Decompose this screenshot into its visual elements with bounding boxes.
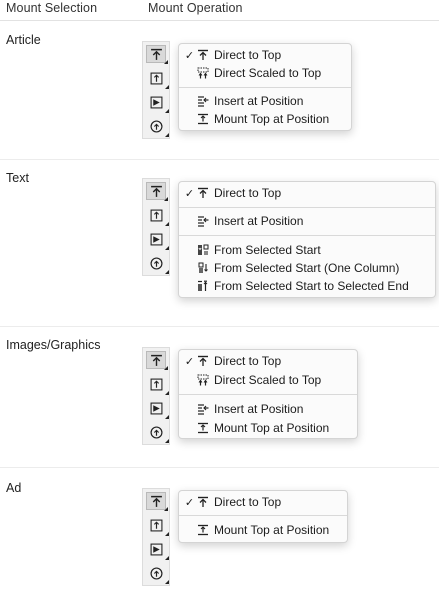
direct-scaled-to-top-icon xyxy=(197,67,209,79)
menu-item-direct-to-top[interactable]: ✓ Direct to Top xyxy=(179,184,435,202)
mount-circle-icon[interactable] xyxy=(146,564,169,584)
section-divider xyxy=(0,467,439,468)
menu-divider xyxy=(179,207,435,208)
menu-item-from-selected-start[interactable]: From Selected Start xyxy=(179,241,435,259)
ad-mount-menu: ✓ Direct to Top Mount Top at Position xyxy=(178,490,348,543)
menu-item-label: Direct to Top xyxy=(214,186,282,200)
menu-item-label: Direct Scaled to Top xyxy=(214,66,322,80)
images-mount-menu: ✓ Direct to Top Direct Scaled to Top Inse… xyxy=(178,349,358,439)
menu-item-label: From Selected Start xyxy=(214,243,321,257)
mount-circle-icon[interactable] xyxy=(146,423,169,443)
menu-item-insert-at-position[interactable]: Insert at Position xyxy=(179,212,435,230)
mount-selection-header: Mount Selection xyxy=(6,1,98,15)
menu-item-direct-to-top[interactable]: ✓ Direct to Top xyxy=(179,46,351,64)
direct-to-top-icon[interactable] xyxy=(146,492,168,511)
menu-item-direct-scaled-to-top[interactable]: Direct Scaled to Top xyxy=(179,64,351,82)
menu-item-label: From Selected Start (One Column) xyxy=(214,261,400,275)
menu-item-insert-at-position[interactable]: Insert at Position xyxy=(179,400,357,418)
menu-item-label: Direct to Top xyxy=(214,495,282,509)
checkmark-icon: ✓ xyxy=(184,187,195,200)
menu-divider xyxy=(179,515,347,516)
menu-item-label: Insert at Position xyxy=(214,94,304,108)
insert-at-position-icon[interactable] xyxy=(146,69,169,89)
section-label-images-graphics: Images/Graphics xyxy=(6,338,101,352)
flag-icon[interactable] xyxy=(146,540,169,560)
menu-item-label: Insert at Position xyxy=(214,214,304,228)
menu-divider xyxy=(179,87,351,88)
direct-to-top-icon[interactable] xyxy=(146,182,168,201)
ad-mount-toolbar xyxy=(142,488,170,586)
insert-at-position-icon[interactable] xyxy=(146,206,169,226)
menu-item-mount-top-at-position[interactable]: Mount Top at Position xyxy=(179,521,347,539)
mount-circle-icon[interactable] xyxy=(146,254,169,274)
checkmark-icon: ✓ xyxy=(184,496,195,509)
from-selected-start-icon xyxy=(197,244,209,256)
menu-item-label: Insert at Position xyxy=(214,402,304,416)
menu-item-label: Direct to Top xyxy=(214,354,282,368)
from-selected-start-to-end-icon xyxy=(197,280,209,292)
insert-at-position-icon[interactable] xyxy=(146,516,169,536)
section-label-text: Text xyxy=(6,171,29,185)
menu-item-direct-to-top[interactable]: ✓ Direct to Top xyxy=(179,493,347,511)
flag-icon[interactable] xyxy=(146,93,169,113)
section-label-article: Article xyxy=(6,33,41,47)
menu-item-mount-top-at-position[interactable]: Mount Top at Position xyxy=(179,419,357,437)
insert-at-position-icon xyxy=(197,215,209,227)
menu-item-direct-to-top[interactable]: ✓ Direct to Top xyxy=(179,352,357,370)
text-mount-menu: ✓ Direct to Top Insert at Position From S… xyxy=(178,181,436,298)
menu-divider xyxy=(179,394,357,395)
menu-item-from-selected-start-one-column[interactable]: From Selected Start (One Column) xyxy=(179,259,435,277)
direct-scaled-to-top-icon xyxy=(197,374,209,386)
direct-to-top-icon[interactable] xyxy=(146,351,168,370)
menu-item-from-selected-start-to-end[interactable]: From Selected Start to Selected End xyxy=(179,277,435,295)
mount-circle-icon[interactable] xyxy=(146,117,169,137)
images-mount-toolbar xyxy=(142,347,170,445)
menu-item-insert-at-position[interactable]: Insert at Position xyxy=(179,92,351,110)
menu-item-label: Mount Top at Position xyxy=(214,523,330,537)
direct-to-top-icon xyxy=(197,355,209,367)
mount-operation-header: Mount Operation xyxy=(148,1,243,15)
menu-item-label: Direct Scaled to Top xyxy=(214,373,322,387)
menu-item-direct-scaled-to-top[interactable]: Direct Scaled to Top xyxy=(179,371,357,389)
article-mount-menu: ✓ Direct to Top Direct Scaled to Top Inse… xyxy=(178,43,352,131)
menu-item-mount-top-at-position[interactable]: Mount Top at Position xyxy=(179,110,351,128)
section-divider xyxy=(0,159,439,160)
mount-top-at-position-icon xyxy=(197,422,209,434)
column-header: Mount Selection Mount Operation xyxy=(0,0,439,21)
section-label-ad: Ad xyxy=(6,481,22,495)
menu-divider xyxy=(179,235,435,236)
menu-item-label: Mount Top at Position xyxy=(214,421,330,435)
flag-icon[interactable] xyxy=(146,399,169,419)
flag-icon[interactable] xyxy=(146,230,169,250)
insert-at-position-icon[interactable] xyxy=(146,375,169,395)
checkmark-icon: ✓ xyxy=(184,355,195,368)
insert-at-position-icon xyxy=(197,95,209,107)
direct-to-top-icon xyxy=(197,496,209,508)
from-selected-start-one-column-icon xyxy=(197,262,209,274)
direct-to-top-icon xyxy=(197,187,209,199)
article-mount-toolbar xyxy=(142,41,170,139)
menu-item-label: From Selected Start to Selected End xyxy=(214,279,409,293)
text-mount-toolbar xyxy=(142,178,170,276)
menu-item-label: Mount Top at Position xyxy=(214,112,330,126)
section-divider xyxy=(0,326,439,327)
menu-item-label: Direct to Top xyxy=(214,48,282,62)
checkmark-icon: ✓ xyxy=(184,49,195,62)
mount-top-at-position-icon xyxy=(197,113,209,125)
insert-at-position-icon xyxy=(197,403,209,415)
mount-top-at-position-icon xyxy=(197,524,209,536)
direct-to-top-icon[interactable] xyxy=(146,45,168,64)
direct-to-top-icon xyxy=(197,49,209,61)
